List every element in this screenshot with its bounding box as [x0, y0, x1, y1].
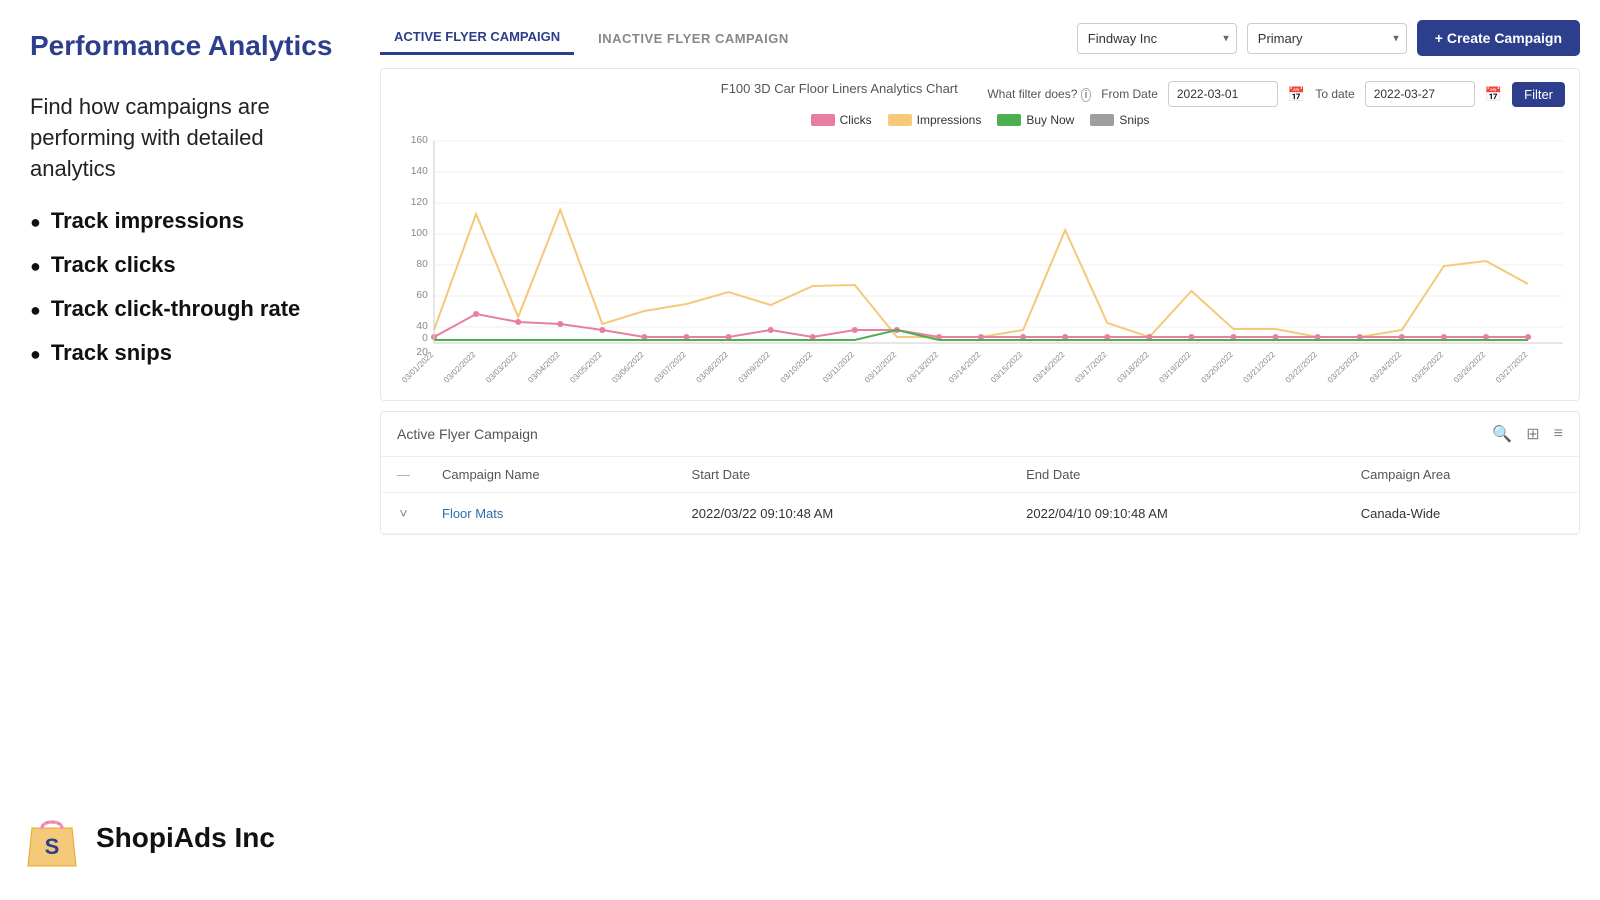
- tab-active-flyer[interactable]: ACTIVE FLYER CAMPAIGN: [380, 21, 574, 55]
- svg-text:120: 120: [411, 197, 428, 208]
- grid-view-icon[interactable]: ⊞: [1526, 424, 1539, 444]
- svg-text:03/20/2022: 03/20/2022: [1199, 350, 1235, 383]
- svg-text:S: S: [45, 834, 60, 859]
- table-section: Active Flyer Campaign 🔍 ⊞ ≡ — Campaign N…: [380, 411, 1580, 535]
- top-bar: ACTIVE FLYER CAMPAIGN INACTIVE FLYER CAM…: [380, 20, 1580, 56]
- calendar-from-icon[interactable]: 📅: [1288, 86, 1305, 103]
- filter-list-icon[interactable]: ≡: [1554, 425, 1563, 443]
- search-icon[interactable]: 🔍: [1492, 424, 1512, 444]
- features-list: Track impressions Track clicks Track cli…: [30, 208, 340, 366]
- feature-item-impressions: Track impressions: [30, 208, 340, 234]
- svg-text:03/08/2022: 03/08/2022: [695, 350, 731, 383]
- logo-text: ShopiAds Inc: [96, 822, 275, 854]
- feature-item-clicks: Track clicks: [30, 252, 340, 278]
- to-date-input[interactable]: [1365, 81, 1475, 107]
- svg-text:03/16/2022: 03/16/2022: [1031, 350, 1067, 383]
- svg-text:03/21/2022: 03/21/2022: [1242, 350, 1278, 383]
- table-row: ˅ Floor Mats 2022/03/22 09:10:48 AM 2022…: [381, 493, 1579, 534]
- dash-icon: —: [397, 467, 410, 482]
- filter-help-icon[interactable]: i: [1081, 88, 1091, 102]
- svg-text:03/07/2022: 03/07/2022: [652, 350, 688, 383]
- table-section-title: Active Flyer Campaign: [397, 426, 538, 442]
- from-date-input[interactable]: [1168, 81, 1278, 107]
- feature-item-snips: Track snips: [30, 340, 340, 366]
- svg-text:03/15/2022: 03/15/2022: [989, 350, 1025, 383]
- legend-buynow: Buy Now: [997, 113, 1074, 127]
- chart-svg-wrapper: 160 140 120 100 80 60 40 20 0: [395, 133, 1565, 388]
- analytics-chart: 160 140 120 100 80 60 40 20 0: [395, 133, 1565, 383]
- chart-container: F100 3D Car Floor Liners Analytics Chart…: [380, 68, 1580, 401]
- svg-text:03/25/2022: 03/25/2022: [1410, 350, 1446, 383]
- to-date-label: To date: [1315, 87, 1354, 101]
- type-dropdown[interactable]: Primary Secondary: [1247, 23, 1407, 54]
- svg-text:80: 80: [416, 259, 428, 270]
- svg-text:03/27/2022: 03/27/2022: [1494, 350, 1530, 383]
- svg-text:03/18/2022: 03/18/2022: [1115, 350, 1151, 383]
- from-date-label: From Date: [1101, 87, 1158, 101]
- svg-text:03/09/2022: 03/09/2022: [737, 350, 773, 383]
- svg-text:03/22/2022: 03/22/2022: [1284, 350, 1320, 383]
- col-header-start: Start Date: [676, 457, 1011, 493]
- company-dropdown[interactable]: Findway Inc: [1077, 23, 1237, 54]
- svg-text:60: 60: [416, 290, 428, 301]
- campaign-area-cell: Canada-Wide: [1345, 493, 1579, 534]
- end-date-cell: 2022/04/10 09:10:48 AM: [1010, 493, 1345, 534]
- chart-legend: Clicks Impressions Buy Now Snips: [395, 113, 1565, 127]
- start-date-cell: 2022/03/22 09:10:48 AM: [676, 493, 1011, 534]
- col-header-name: Campaign Name: [426, 457, 676, 493]
- col-header-area: Campaign Area: [1345, 457, 1579, 493]
- svg-text:03/04/2022: 03/04/2022: [526, 350, 562, 383]
- legend-snips: Snips: [1090, 113, 1149, 127]
- filter-question-label: What filter does? i: [987, 87, 1091, 101]
- svg-text:03/03/2022: 03/03/2022: [484, 350, 520, 383]
- legend-impressions: Impressions: [888, 113, 982, 127]
- table-header-bar: Active Flyer Campaign 🔍 ⊞ ≡: [381, 412, 1579, 457]
- calendar-to-icon[interactable]: 📅: [1485, 86, 1502, 103]
- svg-text:03/05/2022: 03/05/2022: [568, 350, 604, 383]
- table-actions: 🔍 ⊞ ≡: [1492, 424, 1563, 444]
- svg-text:03/14/2022: 03/14/2022: [947, 350, 983, 383]
- page-title: Performance Analytics: [30, 30, 340, 62]
- filter-button[interactable]: Filter: [1512, 82, 1565, 107]
- campaigns-table: — Campaign Name Start Date End Date Camp…: [381, 457, 1579, 534]
- logo-area: S ShopiAds Inc: [20, 806, 275, 870]
- svg-text:03/17/2022: 03/17/2022: [1073, 350, 1109, 383]
- logo-icon: S: [20, 806, 84, 870]
- svg-text:03/19/2022: 03/19/2022: [1157, 350, 1193, 383]
- svg-text:160: 160: [411, 135, 428, 146]
- svg-text:140: 140: [411, 166, 428, 177]
- col-header-expand: —: [381, 457, 426, 493]
- legend-clicks: Clicks: [811, 113, 872, 127]
- type-dropdown-wrapper: Primary Secondary: [1247, 23, 1407, 54]
- svg-text:03/24/2022: 03/24/2022: [1368, 350, 1404, 383]
- svg-text:03/26/2022: 03/26/2022: [1452, 350, 1488, 383]
- feature-item-ctr: Track click-through rate: [30, 296, 340, 322]
- intro-text: Find how campaigns are performing with d…: [30, 92, 340, 184]
- svg-text:03/02/2022: 03/02/2022: [442, 350, 478, 383]
- tab-inactive-flyer[interactable]: INACTIVE FLYER CAMPAIGN: [584, 23, 803, 54]
- svg-text:100: 100: [411, 228, 428, 239]
- svg-text:03/12/2022: 03/12/2022: [863, 350, 899, 383]
- svg-text:03/06/2022: 03/06/2022: [610, 350, 646, 383]
- expand-row-icon[interactable]: ˅: [399, 505, 407, 521]
- svg-text:0: 0: [422, 333, 428, 344]
- svg-text:40: 40: [416, 321, 428, 332]
- svg-text:03/11/2022: 03/11/2022: [821, 350, 856, 383]
- campaign-name-cell[interactable]: Floor Mats: [426, 493, 676, 534]
- create-campaign-button[interactable]: + Create Campaign: [1417, 20, 1580, 56]
- filter-area: What filter does? i From Date 📅 To date …: [987, 81, 1565, 107]
- svg-text:03/13/2022: 03/13/2022: [905, 350, 941, 383]
- chart-title: F100 3D Car Floor Liners Analytics Chart: [691, 81, 987, 96]
- svg-text:03/23/2022: 03/23/2022: [1326, 350, 1362, 383]
- col-header-end: End Date: [1010, 457, 1345, 493]
- svg-text:03/10/2022: 03/10/2022: [779, 350, 815, 383]
- company-dropdown-wrapper: Findway Inc: [1077, 23, 1237, 54]
